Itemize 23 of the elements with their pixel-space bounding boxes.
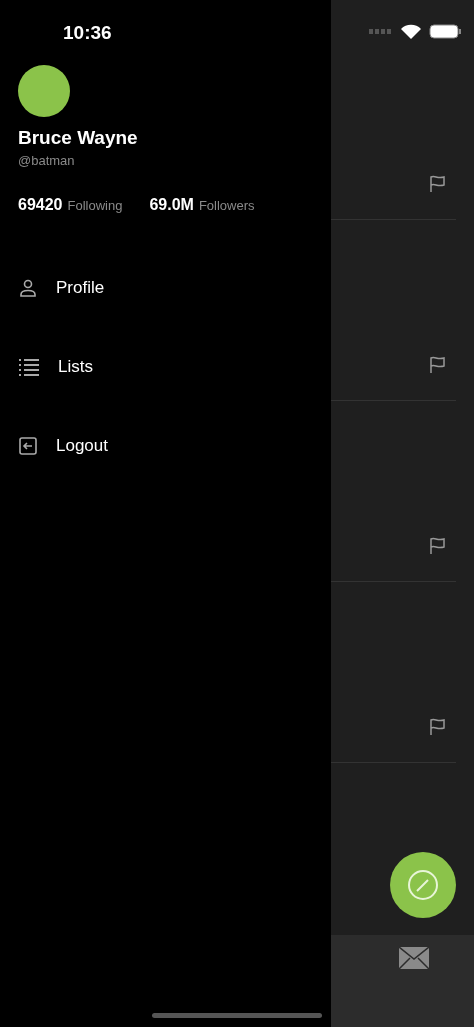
flag-icon[interactable] xyxy=(429,537,447,555)
mail-icon[interactable] xyxy=(399,947,429,969)
menu-item[interactable]: Logout xyxy=(56,436,108,456)
person-icon xyxy=(18,278,38,298)
flag-icon[interactable] xyxy=(429,718,447,736)
user-name: Bruce Wayne xyxy=(18,127,139,149)
stat-label: Followers xyxy=(198,198,255,213)
flag-icon[interactable] xyxy=(429,175,447,193)
battery-icon xyxy=(429,24,462,39)
menu-item[interactable]: Profile xyxy=(56,278,105,298)
stat-label: Following xyxy=(67,198,123,213)
stat-value: 69.0M xyxy=(149,196,194,214)
menu-item[interactable]: Lists xyxy=(58,357,93,377)
wifi-icon xyxy=(401,24,421,39)
signal-icon xyxy=(369,29,393,34)
status-time: 10:36 xyxy=(63,22,113,44)
user-handle: @batman xyxy=(18,153,76,168)
logout-icon xyxy=(18,436,38,456)
pencil-icon xyxy=(407,869,439,901)
stat-value: 69420 xyxy=(18,196,63,214)
avatar[interactable] xyxy=(18,65,70,117)
flag-icon[interactable] xyxy=(429,356,447,374)
list-icon xyxy=(18,358,40,376)
